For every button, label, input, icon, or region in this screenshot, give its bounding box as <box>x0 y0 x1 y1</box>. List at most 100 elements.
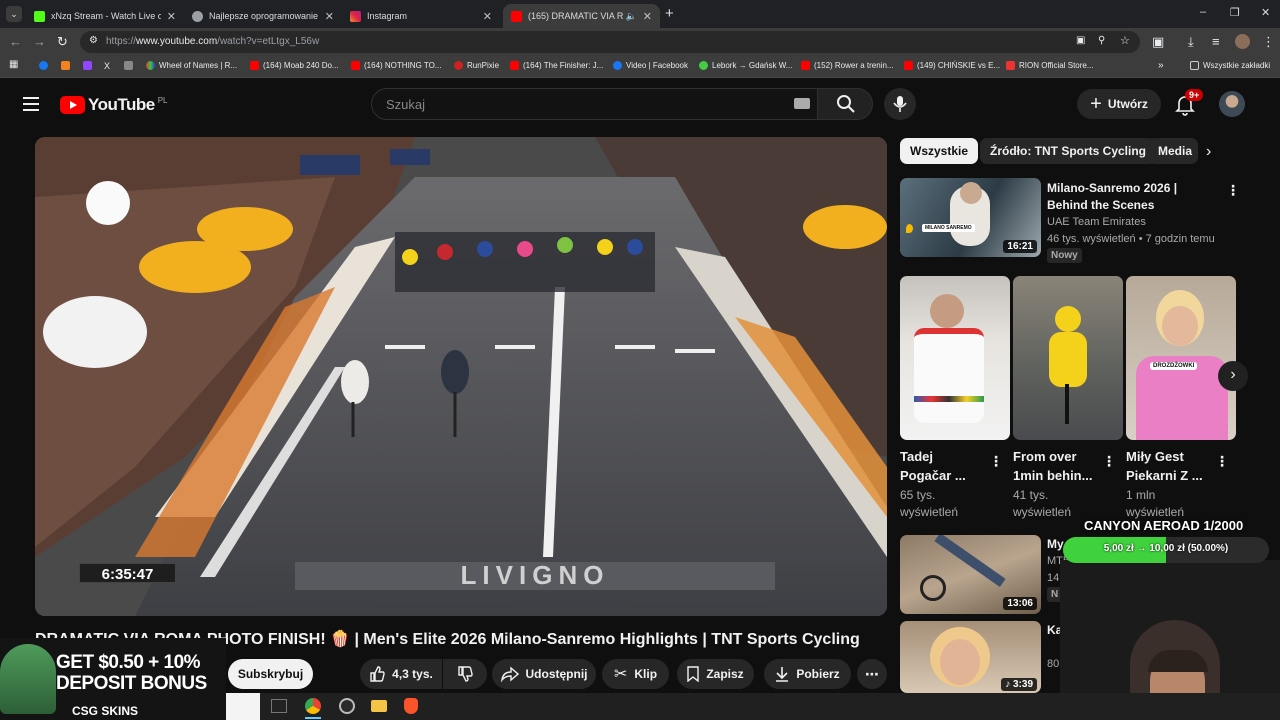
keyboard-icon[interactable] <box>794 98 810 109</box>
minimize-button[interactable]: – <box>1200 6 1206 18</box>
bookmark-twitch-icon[interactable] <box>83 61 96 70</box>
taskbar-blank-app[interactable] <box>226 693 260 720</box>
rec-title[interactable]: Milano-Sanremo 2026 | Behind the Scenes <box>1047 180 1217 214</box>
terminal-icon[interactable] <box>271 699 287 713</box>
like-button[interactable]: 4,3 tys. <box>360 659 442 689</box>
chrome-icon[interactable] <box>305 698 321 714</box>
rec-thumbnail[interactable]: MILANO SANREMO 16:21 <box>900 178 1041 257</box>
giveaway-progress-text: 5,00 zł → 10,00 zł (50.00%) <box>1103 543 1229 554</box>
search-button[interactable] <box>817 88 873 120</box>
close-icon[interactable]: ✕ <box>325 10 334 23</box>
new-tab-button[interactable]: + <box>665 5 674 22</box>
video-player[interactable]: LIVIGNO <box>35 137 887 616</box>
short-menu-icon[interactable]: ⋮ <box>1102 453 1116 470</box>
rec-title[interactable]: My <box>1047 536 1064 553</box>
apps-icon[interactable]: ▦ <box>9 59 18 70</box>
bookmark-moab[interactable]: (164) Moab 240 Do... <box>250 61 339 70</box>
shorts-next-button[interactable]: › <box>1218 361 1248 391</box>
site-info-icon[interactable]: ⚙ <box>89 35 98 46</box>
browser-tab-strip: ⌄ xNzq Stream - Watch Live on Ki ✕ Najle… <box>0 0 1280 28</box>
rec-thumbnail[interactable]: ♪ 3:39 <box>900 621 1041 693</box>
browser-tab-software[interactable]: Najlepsze oprogramowanie do ✕ <box>184 4 342 28</box>
short-menu-icon[interactable]: ⋮ <box>1215 453 1229 470</box>
download-icon[interactable]: ⤓ <box>1188 34 1194 50</box>
bookmark-rower[interactable]: (152) Rower a trenin... <box>801 61 894 70</box>
notifications-button[interactable]: 9+ <box>1174 89 1204 116</box>
forward-icon[interactable]: → <box>33 34 46 49</box>
rec-menu-icon[interactable]: ⋮ <box>1226 182 1240 199</box>
youtube-logo[interactable]: YouTube PL <box>60 95 168 115</box>
voice-search-button[interactable] <box>884 88 916 120</box>
short-thumbnail[interactable] <box>900 276 1010 440</box>
save-button[interactable]: Zapisz <box>677 659 754 689</box>
bookmark-gray-icon[interactable] <box>124 61 137 70</box>
dislike-button[interactable] <box>443 659 487 689</box>
bookmark-star-icon[interactable]: ☆ <box>1120 34 1130 47</box>
bookmark-facebook-icon[interactable] <box>39 61 52 70</box>
kick-icon <box>34 10 45 22</box>
browser-tab-instagram[interactable]: Instagram ✕ <box>342 4 500 28</box>
short-title[interactable]: Tadej Pogačar ... <box>900 447 982 485</box>
close-icon[interactable]: ✕ <box>167 10 176 23</box>
short-thumbnail[interactable]: DROZDŻOWKI <box>1126 276 1236 440</box>
close-icon[interactable]: ✕ <box>643 10 652 23</box>
chip-source-tnt[interactable]: Źródło: TNT Sports Cycling <box>980 138 1156 164</box>
bookmark-finisher[interactable]: (164) The Finisher: J... <box>510 61 603 70</box>
logo-text: YouTube <box>88 95 155 114</box>
url-prefix: https:// <box>106 36 137 47</box>
bookmark-chinskie[interactable]: (149) CHIŃSKIE vs E... <box>904 61 1000 70</box>
menu-icon[interactable]: ⋮ <box>1262 34 1275 50</box>
share-button[interactable]: Udostępnij <box>492 659 596 689</box>
bookmark-video-facebook[interactable]: Video | Facebook <box>613 61 688 70</box>
bookmark-rion[interactable]: RION Official Store... <box>1006 61 1094 70</box>
create-button[interactable]: + Utwórz <box>1077 89 1161 119</box>
chip-label: Media <box>1158 144 1193 158</box>
bookmark-lebork[interactable]: Lebork → Gdańsk W... <box>699 61 792 70</box>
download-label: Pobierz <box>796 667 840 681</box>
chips-next-icon[interactable]: › <box>1206 143 1211 161</box>
rec-channel[interactable]: UAE Team Emirates <box>1047 214 1146 230</box>
window-close-button[interactable]: ✕ <box>1261 6 1270 19</box>
url-input[interactable]: ⚙ https://www.youtube.com/watch?v=etLtgx… <box>80 31 1140 53</box>
bookmark-runpixie[interactable]: RunPixie <box>454 61 499 70</box>
search-input[interactable]: Szukaj <box>371 88 818 120</box>
bookmark-orange-icon[interactable] <box>61 61 74 70</box>
short-thumbnail[interactable] <box>1013 276 1123 440</box>
obs-icon[interactable] <box>339 698 355 714</box>
bookmark-x-icon[interactable]: X <box>104 61 110 71</box>
chip-media[interactable]: Media <box>1148 138 1198 164</box>
subscribe-button[interactable]: Subskrybuj <box>228 659 313 689</box>
all-bookmarks[interactable]: Wszystkie zakładki <box>1190 61 1270 70</box>
bookmark-label: (152) Rower a trenin... <box>814 61 894 70</box>
tab-search-button[interactable]: ⌄ <box>6 6 22 22</box>
account-avatar[interactable] <box>1219 91 1245 117</box>
speaker-icon[interactable]: 🔈 <box>626 11 637 22</box>
back-icon[interactable]: ← <box>9 34 22 49</box>
rec-thumbnail[interactable]: 13:06 <box>900 535 1041 614</box>
profile-avatar[interactable] <box>1235 34 1250 49</box>
download-button[interactable]: Pobierz <box>764 659 851 689</box>
short-menu-icon[interactable]: ⋮ <box>989 453 1003 470</box>
brave-icon[interactable] <box>404 698 418 714</box>
folder-icon[interactable] <box>371 700 387 712</box>
maximize-button[interactable]: ❐ <box>1230 6 1240 19</box>
os-taskbar <box>226 693 1280 720</box>
close-icon[interactable]: ✕ <box>483 10 492 23</box>
bookmark-label: (149) CHIŃSKIE vs E... <box>917 61 1001 70</box>
browser-tab-youtube[interactable]: (165) DRAMATIC VIA ROMA 🔈 ✕ <box>503 4 660 28</box>
short-title[interactable]: Miły Gest Piekarni Z ... <box>1126 447 1208 485</box>
zoom-icon[interactable]: ⚲ <box>1098 35 1105 46</box>
clip-button[interactable]: ✂ Klip <box>602 659 669 689</box>
media-icon[interactable]: ≡ <box>1212 34 1220 49</box>
bookmark-nothing[interactable]: (164) NOTHING TO... <box>351 61 442 70</box>
bookmark-wheel-of-names[interactable]: Wheel of Names | R... <box>146 61 237 70</box>
hamburger-menu-icon[interactable] <box>23 97 39 111</box>
short-title[interactable]: From over 1min behin... <box>1013 447 1105 485</box>
more-actions-button[interactable]: ⋯ <box>857 659 887 689</box>
reload-icon[interactable]: ↻ <box>57 34 68 50</box>
browser-tab-kick[interactable]: xNzq Stream - Watch Live on Ki ✕ <box>26 4 184 28</box>
extensions-icon[interactable]: ▣ <box>1152 34 1164 50</box>
cast-icon[interactable]: ▣ <box>1076 35 1085 46</box>
chip-all[interactable]: Wszystkie <box>900 138 979 164</box>
chevron-right-icon[interactable]: » <box>1158 60 1164 71</box>
